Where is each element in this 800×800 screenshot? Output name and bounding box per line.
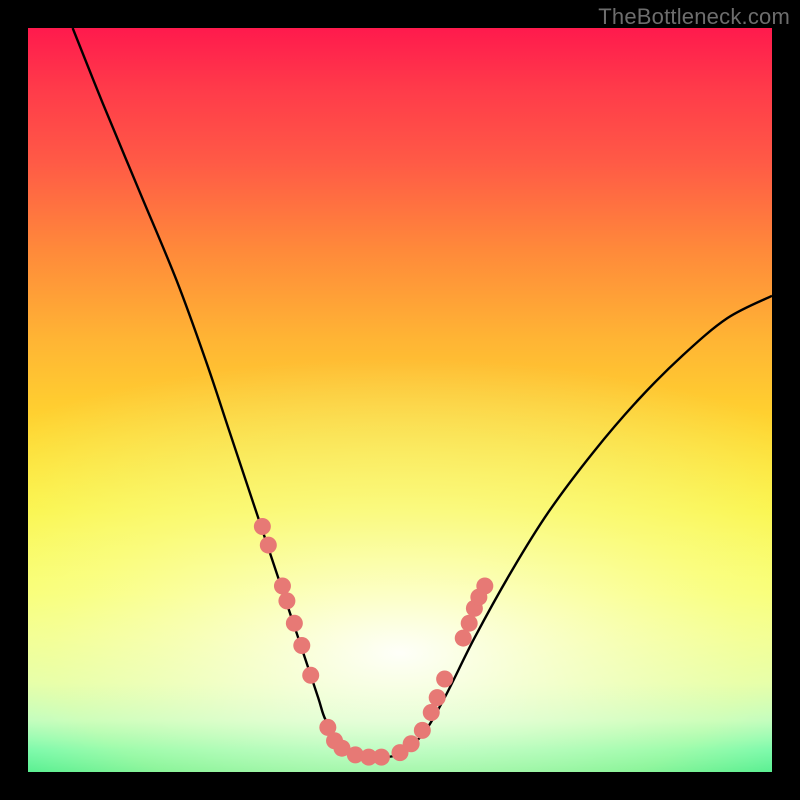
chart-marker <box>436 671 453 688</box>
chart-marker <box>403 735 420 752</box>
chart-marker <box>278 592 295 609</box>
chart-marker <box>414 722 431 739</box>
chart-svg <box>28 28 772 772</box>
watermark-text: TheBottleneck.com <box>598 4 790 30</box>
chart-marker <box>455 630 472 647</box>
chart-marker <box>260 537 277 554</box>
chart-marker <box>302 667 319 684</box>
chart-marker <box>293 637 310 654</box>
chart-frame: TheBottleneck.com <box>0 0 800 800</box>
chart-marker <box>429 689 446 706</box>
chart-marker <box>476 578 493 595</box>
chart-marker <box>461 615 478 632</box>
chart-marker <box>274 578 291 595</box>
chart-glow-band <box>28 358 772 772</box>
chart-marker <box>373 749 390 766</box>
chart-plot-area <box>28 28 772 772</box>
chart-marker <box>254 518 271 535</box>
chart-marker <box>286 615 303 632</box>
chart-marker <box>423 704 440 721</box>
